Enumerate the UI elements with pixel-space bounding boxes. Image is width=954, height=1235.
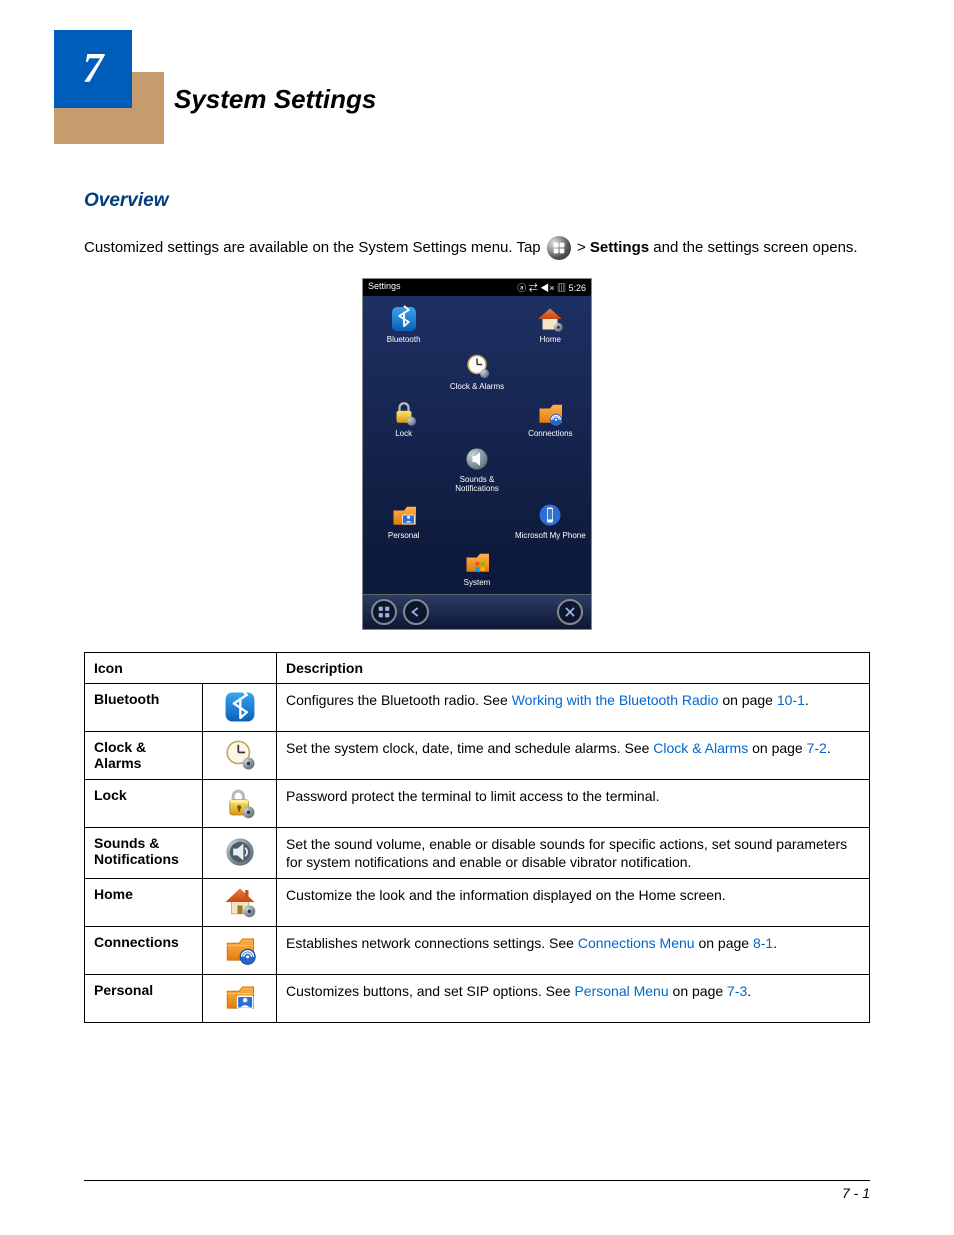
xref-page[interactable]: 7-3 xyxy=(727,983,747,999)
home-icon xyxy=(203,878,277,926)
desc-text: Customizes buttons, and set SIP options.… xyxy=(286,983,574,999)
desc-text: . xyxy=(805,692,809,708)
screenshot-item-home: Home xyxy=(535,304,565,345)
row-desc: Password protect the terminal to limit a… xyxy=(277,779,870,827)
row-name: Clock & Alarms xyxy=(85,731,203,779)
table-row: Home Customize the look and the informat… xyxy=(85,878,870,926)
clock-icon xyxy=(203,731,277,779)
th-description: Description xyxy=(277,652,870,683)
row-name: Lock xyxy=(85,779,203,827)
desc-text: on page xyxy=(695,935,753,951)
row-desc: Set the system clock, date, time and sch… xyxy=(277,731,870,779)
connections-icon xyxy=(203,926,277,974)
row-desc: Customize the look and the information d… xyxy=(277,878,870,926)
lock-icon xyxy=(203,779,277,827)
chapter-title: System Settings xyxy=(174,84,376,115)
desc-text: . xyxy=(747,983,751,999)
start-icon xyxy=(547,236,571,260)
screenshot-label: Connections xyxy=(528,430,572,439)
xref-link[interactable]: Personal Menu xyxy=(574,983,668,999)
sounds-icon xyxy=(203,827,277,878)
page-number: 7 - 1 xyxy=(842,1185,870,1201)
row-name: Connections xyxy=(85,926,203,974)
xref-link[interactable]: Clock & Alarms xyxy=(653,740,748,756)
row-desc: Set the sound volume, enable or disable … xyxy=(277,827,870,878)
row-desc: Customizes buttons, and set SIP options.… xyxy=(277,974,870,1022)
desc-text: on page xyxy=(748,740,806,756)
screenshot-label: Microsoft My Phone xyxy=(515,532,586,541)
desc-text: Set the sound volume, enable or disable … xyxy=(286,836,847,870)
table-row: Lock Password protect the terminal to li… xyxy=(85,779,870,827)
table-row: Connections Establishes network connecti… xyxy=(85,926,870,974)
row-desc: Establishes network connections settings… xyxy=(277,926,870,974)
table-header-row: Icon Description xyxy=(85,652,870,683)
xref-link[interactable]: Connections Menu xyxy=(578,935,695,951)
xref-page[interactable]: 10-1 xyxy=(777,692,805,708)
desc-text: . xyxy=(827,740,831,756)
row-desc: Configures the Bluetooth radio. See Work… xyxy=(277,683,870,731)
screenshot-label: Home xyxy=(535,336,565,345)
screenshot-item-bluetooth: Bluetooth xyxy=(387,304,421,345)
row-name: Sounds & Notifications xyxy=(85,827,203,878)
settings-bold: Settings xyxy=(590,239,649,256)
desc-text: . xyxy=(773,935,777,951)
desc-text: Establishes network connections settings… xyxy=(286,935,578,951)
section-heading-overview: Overview xyxy=(84,190,870,212)
screenshot-nav-back xyxy=(403,599,429,625)
screenshot-item-myphone: Microsoft My Phone xyxy=(515,500,586,541)
settings-table: Icon Description Bluetooth Configures th… xyxy=(84,652,870,1023)
row-name: Home xyxy=(85,878,203,926)
screenshot-item-personal: Personal xyxy=(388,500,420,541)
screenshot-item-sounds: Sounds & Notifications xyxy=(440,444,513,494)
screenshot-item-connections: Connections xyxy=(528,398,572,439)
overview-text-post: and the settings screen opens. xyxy=(649,239,857,256)
screenshot-title: Settings xyxy=(368,281,401,294)
screenshot-nav-start xyxy=(371,599,397,625)
row-name: Bluetooth xyxy=(85,683,203,731)
page-footer: 7 - 1 xyxy=(84,1180,870,1201)
desc-text: on page xyxy=(718,692,776,708)
th-icon: Icon xyxy=(85,652,277,683)
screenshot-time: 5:26 xyxy=(568,283,586,293)
row-name: Personal xyxy=(85,974,203,1022)
screenshot-item-lock: Lock xyxy=(389,398,419,439)
screenshot-item-clock: Clock & Alarms xyxy=(450,351,504,392)
table-row: Clock & Alarms Set the system clock, dat… xyxy=(85,731,870,779)
overview-text-gt: > xyxy=(573,239,590,256)
overview-paragraph: Customized settings are available on the… xyxy=(84,236,870,260)
desc-text: Password protect the terminal to limit a… xyxy=(286,788,659,804)
screenshot-label: Lock xyxy=(389,430,419,439)
table-row: Bluetooth Configures the Bluetooth radio… xyxy=(85,683,870,731)
xref-page[interactable]: 7-2 xyxy=(807,740,827,756)
table-row: Sounds & Notifications Set the sound vol… xyxy=(85,827,870,878)
screenshot-nav-close xyxy=(557,599,583,625)
screenshot-label: Clock & Alarms xyxy=(450,383,504,392)
screenshot-label: Sounds & Notifications xyxy=(440,476,513,494)
desc-text: Customize the look and the information d… xyxy=(286,887,726,903)
screenshot-label: System xyxy=(462,579,492,588)
chapter-header: 7 System Settings xyxy=(84,30,870,120)
table-row: Personal Customizes buttons, and set SIP… xyxy=(85,974,870,1022)
settings-screenshot: Settings ⓐ ⇄ ◀× ▥ 5:26 Bluetooth Home Cl… xyxy=(362,278,592,630)
xref-page[interactable]: 8-1 xyxy=(753,935,773,951)
screenshot-statusbar: Settings ⓐ ⇄ ◀× ▥ 5:26 xyxy=(363,279,591,296)
desc-text: Set the system clock, date, time and sch… xyxy=(286,740,653,756)
xref-link[interactable]: Working with the Bluetooth Radio xyxy=(512,692,719,708)
bluetooth-icon xyxy=(203,683,277,731)
desc-text: on page xyxy=(669,983,727,999)
personal-icon xyxy=(203,974,277,1022)
screenshot-label: Personal xyxy=(388,532,420,541)
screenshot-status-right: ⓐ ⇄ ◀× ▥ 5:26 xyxy=(517,281,586,294)
screenshot-item-system: System xyxy=(462,547,492,588)
desc-text: Configures the Bluetooth radio. See xyxy=(286,692,512,708)
screenshot-label: Bluetooth xyxy=(387,336,421,345)
overview-text-pre: Customized settings are available on the… xyxy=(84,239,545,256)
chapter-number-tab: 7 xyxy=(54,30,132,108)
